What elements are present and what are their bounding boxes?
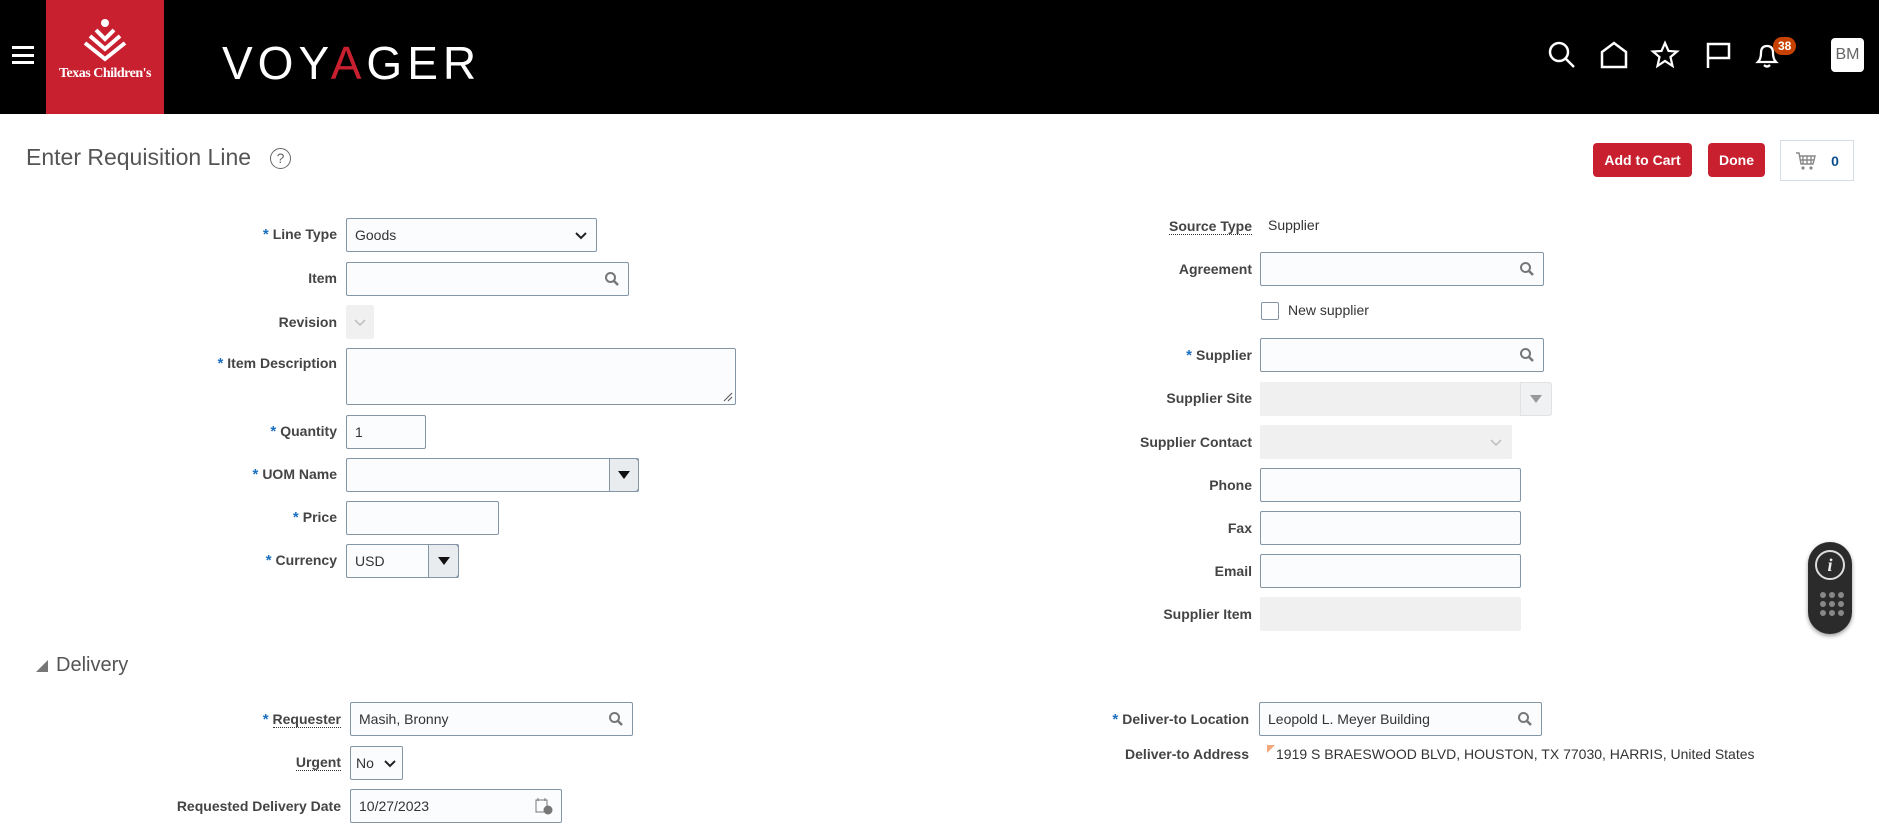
fax-input[interactable]: [1260, 511, 1521, 545]
revision-label: Revision: [278, 314, 337, 330]
info-widget[interactable]: i: [1808, 542, 1852, 634]
price-input[interactable]: [346, 501, 499, 535]
supplier-label: * Supplier: [1186, 347, 1252, 364]
chevron-down-icon: [575, 232, 587, 240]
urgent-label: Urgent: [295, 754, 341, 771]
collapse-triangle-icon: [36, 659, 48, 672]
triangle-down-icon: [437, 557, 450, 565]
info-icon[interactable]: i: [1815, 550, 1845, 580]
item-input[interactable]: [346, 262, 629, 296]
currency-dropdown-button[interactable]: [428, 544, 459, 578]
item-label: Item: [308, 270, 337, 286]
item-description-textarea[interactable]: [346, 348, 736, 405]
email-label: Email: [1214, 563, 1252, 579]
delivery-section-header[interactable]: Delivery: [36, 654, 128, 677]
help-icon[interactable]: ?: [270, 148, 291, 169]
chevron-down-icon: [384, 760, 396, 768]
search-icon[interactable]: [1517, 711, 1533, 727]
favorites-star-icon[interactable]: [1650, 40, 1680, 70]
requester-label: * Requester: [262, 711, 341, 728]
phone-label: Phone: [1209, 477, 1252, 493]
uom-name-label: * UOM Name: [252, 466, 337, 483]
triangle-down-icon: [1530, 395, 1542, 403]
chevron-down-icon: [1490, 439, 1502, 447]
calendar-icon[interactable]: [535, 797, 553, 815]
search-icon[interactable]: [1519, 261, 1535, 277]
requested-delivery-date-input[interactable]: 10/27/2023: [350, 789, 562, 823]
resize-handle-icon[interactable]: [723, 392, 733, 402]
changed-indicator-icon: [1267, 745, 1275, 753]
agreement-input[interactable]: [1260, 252, 1544, 286]
requested-delivery-date-label: Requested Delivery Date: [176, 798, 341, 814]
notification-badge: 38: [1773, 37, 1797, 55]
cart-button[interactable]: 0: [1780, 140, 1854, 181]
new-supplier-label: New supplier: [1288, 302, 1369, 318]
currency-input[interactable]: USD: [346, 544, 459, 578]
revision-select: [346, 305, 374, 339]
supplier-input[interactable]: [1260, 338, 1544, 372]
search-icon[interactable]: [608, 711, 624, 727]
currency-label: * Currency: [265, 552, 337, 569]
avatar[interactable]: BM: [1831, 38, 1864, 72]
deliver-to-address-value: 1919 S BRAESWOOD BLVD, HOUSTON, TX 77030…: [1276, 746, 1755, 762]
deliver-to-address-label: Deliver-to Address: [1125, 746, 1249, 762]
home-icon[interactable]: [1599, 40, 1629, 70]
search-icon[interactable]: [1547, 40, 1577, 70]
supplier-item-input: [1260, 597, 1521, 631]
supplier-item-label: Supplier Item: [1163, 606, 1252, 622]
top-bar: Texas Children's VOYAGER 38 BM: [0, 0, 1879, 114]
texas-childrens-logo[interactable]: Texas Children's: [46, 0, 164, 114]
requester-input[interactable]: Masih, Bronny: [350, 702, 633, 736]
search-icon[interactable]: [604, 271, 620, 287]
deliver-to-location-label: * Deliver-to Location: [1112, 711, 1249, 728]
search-icon[interactable]: [1519, 347, 1535, 363]
triangle-down-icon: [618, 471, 630, 479]
supplier-site-input: [1260, 382, 1552, 416]
cart-icon: [1796, 151, 1816, 170]
logo-mark-icon: [83, 19, 127, 62]
flag-icon[interactable]: [1703, 40, 1733, 70]
phone-input[interactable]: [1260, 468, 1521, 502]
new-supplier-checkbox[interactable]: [1261, 302, 1279, 320]
agreement-label: Agreement: [1178, 261, 1252, 277]
deliver-to-location-input[interactable]: Leopold L. Meyer Building: [1259, 702, 1542, 736]
done-button[interactable]: Done: [1708, 143, 1765, 177]
quantity-label: * Quantity: [270, 423, 337, 440]
line-type-select[interactable]: Goods: [346, 218, 597, 252]
uom-dropdown-button[interactable]: [609, 458, 639, 492]
supplier-contact-label: Supplier Contact: [1139, 434, 1252, 450]
quantity-input[interactable]: 1: [346, 415, 426, 449]
keypad-grid-icon[interactable]: [1820, 592, 1844, 616]
add-to-cart-button[interactable]: Add to Cart: [1593, 143, 1692, 177]
menu-icon[interactable]: [12, 46, 34, 64]
price-label: * Price: [292, 509, 337, 526]
email-input[interactable]: [1260, 554, 1521, 588]
source-type-value: Supplier: [1268, 217, 1320, 233]
uom-name-input[interactable]: [346, 458, 639, 492]
supplier-contact-select: [1260, 425, 1512, 459]
supplier-site-label: Supplier Site: [1166, 390, 1252, 406]
item-description-label: * Item Description: [217, 355, 337, 372]
line-type-label: * Line Type: [262, 226, 337, 243]
fax-label: Fax: [1227, 520, 1252, 536]
cart-count: 0: [1831, 152, 1839, 169]
supplier-site-dropdown-button: [1520, 382, 1552, 416]
page-title: Enter Requisition Line: [26, 144, 252, 170]
urgent-select[interactable]: No: [350, 746, 403, 780]
app-name: VOYAGER: [222, 37, 482, 89]
chevron-down-icon: [354, 319, 366, 327]
source-type-label: Source Type: [1169, 218, 1252, 235]
